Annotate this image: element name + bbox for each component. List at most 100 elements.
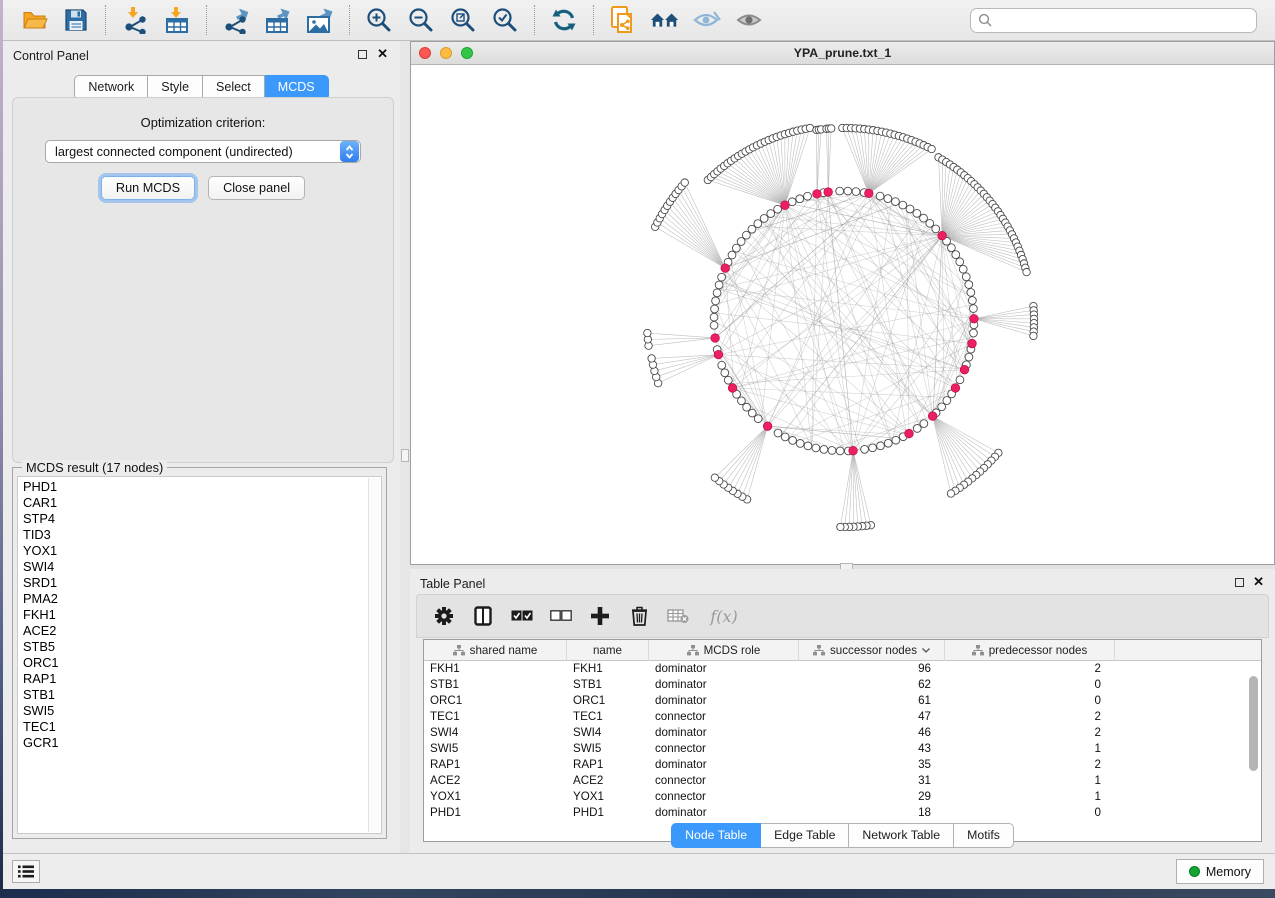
- search-input[interactable]: [997, 13, 1249, 27]
- mcds-result-item[interactable]: STP4: [18, 511, 381, 527]
- table-cell: SWI5: [424, 741, 567, 757]
- table-cell: dominator: [649, 693, 799, 709]
- zoom-in-button[interactable]: [364, 5, 394, 35]
- refresh-icon: [550, 6, 578, 34]
- mcds-list-scrollbar[interactable]: [368, 478, 380, 832]
- table-row[interactable]: TEC1TEC1connector472: [424, 709, 1261, 725]
- column-header-successor-nodes[interactable]: successor nodes: [799, 640, 945, 661]
- refresh-layout-button[interactable]: [549, 5, 579, 35]
- table-row[interactable]: RAP1RAP1dominator352: [424, 757, 1261, 773]
- table-cell: connector: [649, 789, 799, 805]
- table-scrollbar[interactable]: [1249, 664, 1258, 834]
- add-column-button[interactable]: [587, 603, 613, 629]
- mcds-result-item[interactable]: ORC1: [18, 655, 381, 671]
- table-settings-button[interactable]: [431, 603, 457, 629]
- close-panel-icon[interactable]: ✕: [377, 46, 388, 62]
- mcds-result-item[interactable]: YOX1: [18, 543, 381, 559]
- memory-button[interactable]: Memory: [1176, 859, 1264, 884]
- mcds-result-item[interactable]: PHD1: [18, 479, 381, 495]
- show-all-button[interactable]: [734, 5, 764, 35]
- delete-table-button[interactable]: [665, 603, 691, 629]
- column-header-mcds-role[interactable]: MCDS role: [649, 640, 799, 661]
- column-header-shared-name[interactable]: shared name: [424, 640, 567, 661]
- unselect-all-button[interactable]: [548, 603, 574, 629]
- hide-eye-icon: [692, 8, 722, 32]
- close-table-panel-icon[interactable]: ✕: [1253, 574, 1264, 590]
- mcds-result-item[interactable]: SWI4: [18, 559, 381, 575]
- import-table-button[interactable]: [162, 5, 192, 35]
- column-header-predecessor-nodes[interactable]: predecessor nodes: [945, 640, 1115, 661]
- tab-motifs[interactable]: Motifs: [954, 823, 1014, 848]
- right-region: YPA_prune.txt_1 Table Panel ✕: [410, 41, 1275, 853]
- hide-selected-button[interactable]: [692, 5, 722, 35]
- table-panel-header: Table Panel ✕: [410, 569, 1275, 595]
- table-row[interactable]: FKH1FKH1dominator962: [424, 661, 1261, 677]
- mcds-result-item[interactable]: STB1: [18, 687, 381, 703]
- mcds-result-item[interactable]: SWI5: [18, 703, 381, 719]
- table-cell: connector: [649, 773, 799, 789]
- table-row[interactable]: YOX1YOX1connector291: [424, 789, 1261, 805]
- table-row[interactable]: SWI4SWI4dominator462: [424, 725, 1261, 741]
- table-row[interactable]: SWI5SWI5connector431: [424, 741, 1261, 757]
- vertical-splitter-handle[interactable]: [401, 449, 409, 462]
- toolbar-separator: [105, 5, 106, 35]
- table-cell: dominator: [649, 661, 799, 677]
- zoom-fit-button[interactable]: [448, 5, 478, 35]
- zoom-out-button[interactable]: [406, 5, 436, 35]
- mcds-result-item[interactable]: FKH1: [18, 607, 381, 623]
- mcds-result-item[interactable]: STB5: [18, 639, 381, 655]
- function-builder-button[interactable]: f(x): [704, 603, 744, 629]
- import-network-button[interactable]: [120, 5, 150, 35]
- table-cell: 35: [799, 757, 945, 773]
- vertical-splitter[interactable]: [400, 41, 410, 853]
- column-header-name[interactable]: name: [567, 640, 649, 661]
- float-panel-icon[interactable]: [358, 50, 367, 59]
- export-image-button[interactable]: [305, 5, 335, 35]
- select-all-button[interactable]: [509, 603, 535, 629]
- zoom-fit-icon: [449, 6, 477, 34]
- table-cell: 1: [945, 773, 1115, 789]
- mcds-result-item[interactable]: GCR1: [18, 735, 381, 751]
- network-view-window[interactable]: YPA_prune.txt_1: [410, 41, 1275, 565]
- table-panel-title: Table Panel: [420, 577, 485, 591]
- mcds-result-item[interactable]: PMA2: [18, 591, 381, 607]
- save-session-button[interactable]: [61, 5, 91, 35]
- table-row[interactable]: ORC1ORC1dominator610: [424, 693, 1261, 709]
- zoom-selected-button[interactable]: [490, 5, 520, 35]
- mcds-result-item[interactable]: RAP1: [18, 671, 381, 687]
- mcds-result-item[interactable]: SRD1: [18, 575, 381, 591]
- tab-edge-table[interactable]: Edge Table: [761, 823, 849, 848]
- table-scrollbar-thumb[interactable]: [1249, 676, 1258, 771]
- duplicate-network-button[interactable]: [608, 5, 638, 35]
- mcds-result-item[interactable]: ACE2: [18, 623, 381, 639]
- namespace-icon: [972, 645, 984, 656]
- table-cell: SWI4: [424, 725, 567, 741]
- network-graph[interactable]: [411, 65, 1275, 564]
- table-row[interactable]: PHD1PHD1dominator180: [424, 805, 1261, 821]
- table-row[interactable]: STB1STB1dominator620: [424, 677, 1261, 693]
- float-table-panel-icon[interactable]: [1235, 578, 1244, 587]
- table-cell-filler: [1115, 773, 1261, 789]
- show-columns-button[interactable]: [470, 603, 496, 629]
- memory-status-dot-icon: [1189, 866, 1200, 877]
- show-panels-list-button[interactable]: [12, 860, 40, 883]
- export-table-icon: [264, 6, 292, 34]
- optimization-criterion-select[interactable]: largest connected component (undirected): [45, 140, 361, 163]
- export-table-button[interactable]: [263, 5, 293, 35]
- mcds-result-item[interactable]: TID3: [18, 527, 381, 543]
- tab-node-table[interactable]: Node Table: [671, 823, 761, 848]
- search-box[interactable]: [970, 8, 1257, 33]
- close-panel-button[interactable]: Close panel: [208, 176, 305, 200]
- delete-column-button[interactable]: [626, 603, 652, 629]
- export-network-button[interactable]: [221, 5, 251, 35]
- first-neighbors-button[interactable]: [650, 5, 680, 35]
- table-row[interactable]: ACE2ACE2connector311: [424, 773, 1261, 789]
- mcds-result-list-container: PHD1CAR1STP4TID3YOX1SWI4SRD1PMA2FKH1ACE2…: [17, 476, 382, 834]
- run-mcds-button[interactable]: Run MCDS: [101, 176, 195, 200]
- table-cell: TEC1: [567, 709, 649, 725]
- open-session-button[interactable]: [19, 5, 49, 35]
- mcds-result-item[interactable]: CAR1: [18, 495, 381, 511]
- tab-network-table[interactable]: Network Table: [849, 823, 954, 848]
- table-cell: FKH1: [567, 661, 649, 677]
- mcds-result-item[interactable]: TEC1: [18, 719, 381, 735]
